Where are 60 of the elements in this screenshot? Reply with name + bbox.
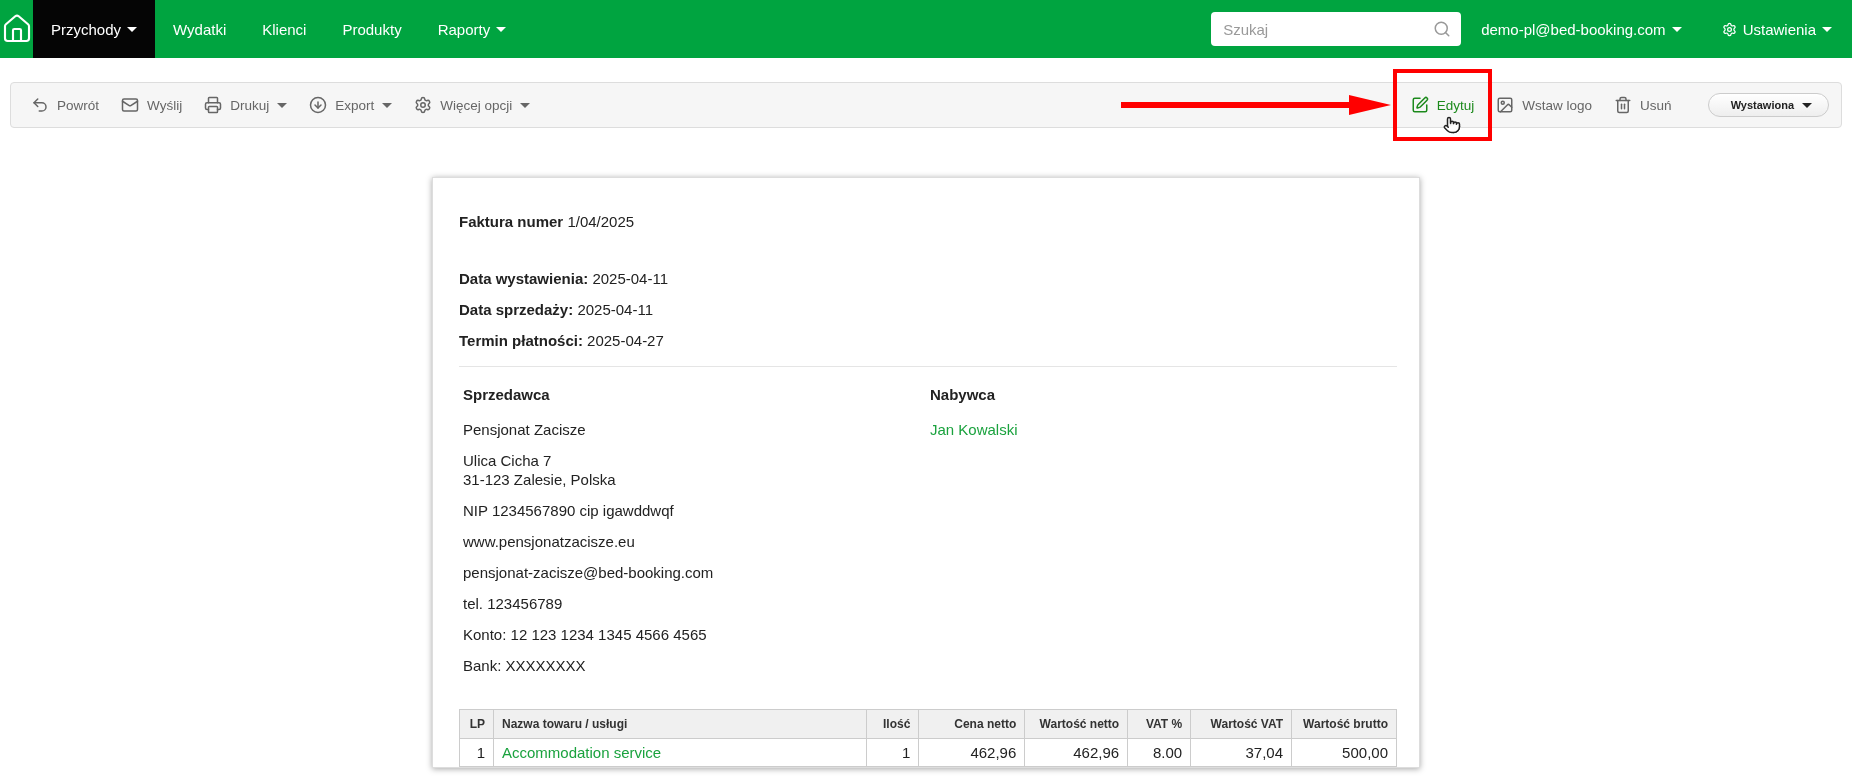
status-dropdown[interactable]: Wystawiona <box>1707 93 1829 117</box>
seller-detail: NIP 1234567890 cip igawddwqf <box>463 501 675 520</box>
seller-detail: pensjonat-zacisze@bed-booking.com <box>463 563 715 582</box>
toolbar-button[interactable]: Wstaw logo <box>1488 92 1601 118</box>
search-icon <box>1433 20 1452 38</box>
column-header: Wartość brutto <box>1291 709 1397 739</box>
column-header: VAT % <box>1127 709 1191 739</box>
table-cell: 500,00 <box>1291 738 1397 767</box>
seller-detail: Pensjonat Zacisze <box>463 420 587 439</box>
invoice-date: Data sprzedaży: 2025-04-11 <box>459 300 654 319</box>
toolbar-button[interactable]: Usuń <box>1606 92 1680 118</box>
table-cell: 1 <box>866 738 919 767</box>
caret-icon <box>1822 26 1832 32</box>
column-header: Cena netto <box>918 709 1025 739</box>
trash-icon <box>1614 96 1633 114</box>
column-header: Nazwa towaru / usługi <box>493 709 867 739</box>
seller-detail: Ulica Cicha 7 31-123 Zalesie, Polska <box>463 451 617 489</box>
gear-icon <box>1721 21 1737 37</box>
toolbar-button[interactable]: Edytuj <box>1402 92 1483 118</box>
toolbar-button[interactable]: Powrót <box>23 92 108 118</box>
nav-item[interactable]: Przychody <box>33 0 156 58</box>
toolbar-button[interactable]: Export <box>301 92 401 118</box>
column-header: Wartość netto <box>1024 709 1128 739</box>
column-header: LP <box>459 709 494 739</box>
envelope-icon <box>121 96 140 114</box>
toolbar-button[interactable]: Wyślij <box>113 92 191 118</box>
image-icon <box>1496 96 1515 114</box>
seller-detail: Bank: XXXXXXXX <box>463 656 587 675</box>
download-icon <box>309 96 328 114</box>
caret-icon <box>1802 102 1812 108</box>
printer-icon <box>204 96 223 114</box>
column-header: Ilość <box>866 709 919 739</box>
toolbar-button[interactable]: Więcej opcji <box>406 92 539 118</box>
nav-item[interactable]: Raporty <box>419 0 525 58</box>
seller-detail: www.pensjonatzacisze.eu <box>463 532 636 551</box>
table-cell: 462,96 <box>918 738 1025 767</box>
invoice-title: Faktura numer 1/04/2025 <box>459 212 636 231</box>
table-cell: 37,04 <box>1190 738 1292 767</box>
column-header: Wartość VAT <box>1190 709 1292 739</box>
buyer-link[interactable]: Jan Kowalski <box>930 421 1018 438</box>
nav-item[interactable]: Wydatki <box>155 0 245 58</box>
invoice-date: Termin płatności: 2025-04-27 <box>459 331 665 350</box>
settings-menu[interactable]: Ustawienia <box>1701 0 1852 58</box>
caret-icon <box>1671 26 1682 32</box>
table-cell: 8.00 <box>1127 738 1191 767</box>
invoice-date: Data wystawienia: 2025-04-11 <box>459 269 669 288</box>
toolbar-button[interactable]: Drukuj <box>196 92 296 118</box>
table-cell: 462,96 <box>1024 738 1128 767</box>
back-icon <box>31 96 49 114</box>
account-menu[interactable]: demo-pl@bed-booking.com <box>1461 0 1702 58</box>
pencil-square-icon <box>1410 96 1429 114</box>
seller-detail: Konto: 12 123 1234 1345 4566 4565 <box>463 625 708 644</box>
nav-item[interactable]: Produkty <box>324 0 420 58</box>
buyer-heading: Nabywca <box>930 385 997 404</box>
nav-item[interactable]: Klienci <box>244 0 325 58</box>
seller-heading: Sprzedawca <box>463 385 551 404</box>
search-field[interactable]: Szukaj <box>1211 12 1462 46</box>
gear-icon <box>414 96 433 114</box>
table-cell: 1 <box>459 738 494 767</box>
seller-detail: tel. 123456789 <box>463 594 564 613</box>
